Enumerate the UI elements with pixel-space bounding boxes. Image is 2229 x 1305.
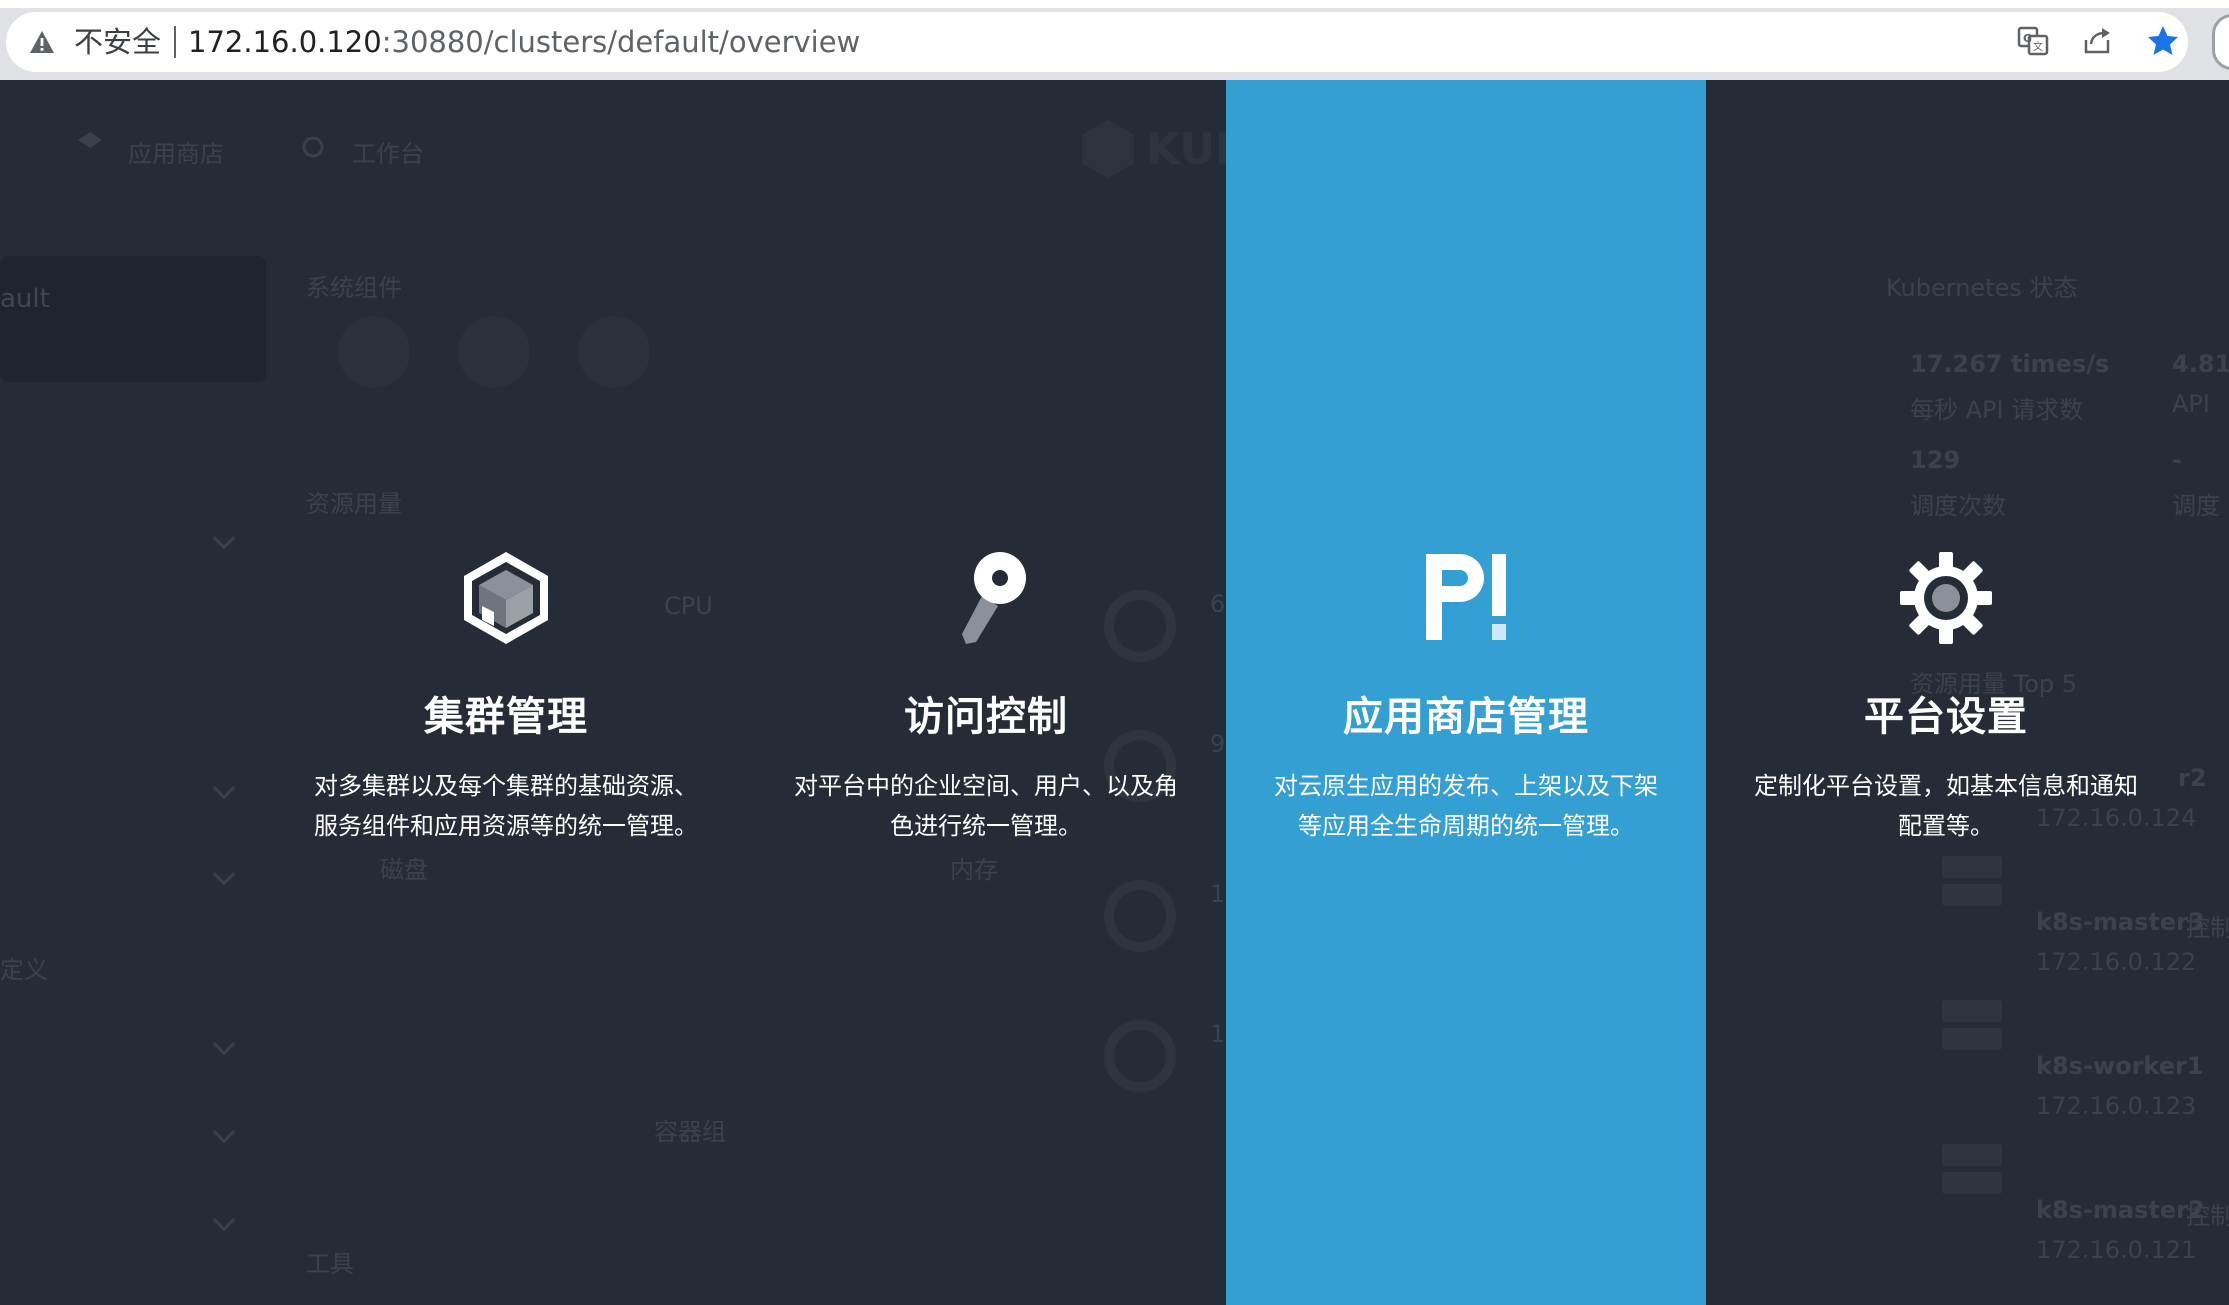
menu-card-cluster-management[interactable]: 集群管理 对多集群以及每个集群的基础资源、 服务组件和应用资源等的统一管理。 (266, 80, 746, 1305)
cluster-selector (0, 256, 266, 382)
node-2-badge: 控制 (2186, 914, 2229, 942)
key-icon (962, 552, 1026, 644)
translate-icon[interactable]: G 文 (2016, 24, 2050, 58)
address-separator (174, 26, 176, 58)
chevron-down-icon (212, 1208, 236, 1232)
warning-icon[interactable] (28, 28, 56, 56)
chevron-down-icon (212, 1032, 236, 1056)
node-4-badge: 控制 (2186, 1202, 2229, 1230)
url-text[interactable]: 172.16.0.120:30880/clusters/default/over… (188, 24, 860, 60)
browser-toolbar: 不安全 172.16.0.120:30880/clusters/default/… (0, 0, 2229, 80)
chevron-down-icon (212, 1120, 236, 1144)
share-icon[interactable] (2080, 24, 2114, 58)
chevron-down-icon (212, 776, 236, 800)
cluster-cube-icon (464, 552, 548, 644)
card-description-line: 对多集群以及每个集群的基础资源、 (314, 772, 698, 800)
card-description: 对多集群以及每个集群的基础资源、 服务组件和应用资源等的统一管理。 (306, 766, 706, 846)
profile-button[interactable] (2212, 14, 2229, 70)
platform-menu-overlay: 应用商店 工作台 KUBE ault 系统组件 资源用量 CPU 磁盘 内存 容… (0, 80, 2229, 1305)
card-description-line: 对平台中的企业空间、用户、以及角 (794, 772, 1178, 800)
url-path: :30880/clusters/default/overview (381, 25, 861, 59)
bookmark-star-icon[interactable] (2146, 24, 2180, 58)
card-description: 定制化平台设置，如基本信息和通知 配置等。 (1746, 766, 2146, 846)
card-title: 集群管理 (424, 694, 588, 740)
card-description: 对云原生应用的发布、上架以及下架 等应用全生命周期的统一管理。 (1266, 766, 1666, 846)
url-host: 172.16.0.120 (188, 25, 382, 59)
card-description-line: 对云原生应用的发布、上架以及下架 (1274, 772, 1658, 800)
custom-label: 定义 (0, 956, 48, 984)
nav-app-store: 应用商店 (128, 140, 224, 168)
address-bar[interactable]: 不安全 172.16.0.120:30880/clusters/default/… (6, 12, 2188, 72)
card-title: 访问控制 (904, 694, 1068, 740)
chevron-down-icon (212, 862, 236, 886)
menu-card-app-store-management[interactable]: 应用商店管理 对云原生应用的发布、上架以及下架 等应用全生命周期的统一管理。 (1226, 80, 1706, 1305)
card-description-line: 定制化平台设置，如基本信息和通知 (1754, 772, 2138, 800)
card-title: 平台设置 (1864, 694, 2028, 740)
card-title: 应用商店管理 (1343, 694, 1589, 740)
card-description-line: 配置等。 (1898, 812, 1994, 840)
security-label[interactable]: 不安全 (74, 24, 161, 60)
card-description-line: 服务组件和应用资源等的统一管理。 (314, 812, 698, 840)
svg-text:文: 文 (2033, 40, 2043, 53)
tab-strip-edge (0, 0, 2229, 8)
menu-card-access-control[interactable]: 访问控制 对平台中的企业空间、用户、以及角 色进行统一管理。 (746, 80, 1226, 1305)
svg-text:G: G (2023, 32, 2032, 45)
card-description: 对平台中的企业空间、用户、以及角 色进行统一管理。 (786, 766, 1186, 846)
chevron-down-icon (212, 526, 236, 550)
app-store-logo-icon (1426, 554, 1506, 640)
app-store-icon (78, 132, 102, 148)
card-description-line: 色进行统一管理。 (890, 812, 1082, 840)
gear-icon (1900, 552, 1992, 644)
card-description-line: 等应用全生命周期的统一管理。 (1298, 812, 1634, 840)
cluster-name: ault (0, 284, 50, 314)
menu-card-platform-settings[interactable]: 平台设置 定制化平台设置，如基本信息和通知 配置等。 (1706, 80, 2186, 1305)
